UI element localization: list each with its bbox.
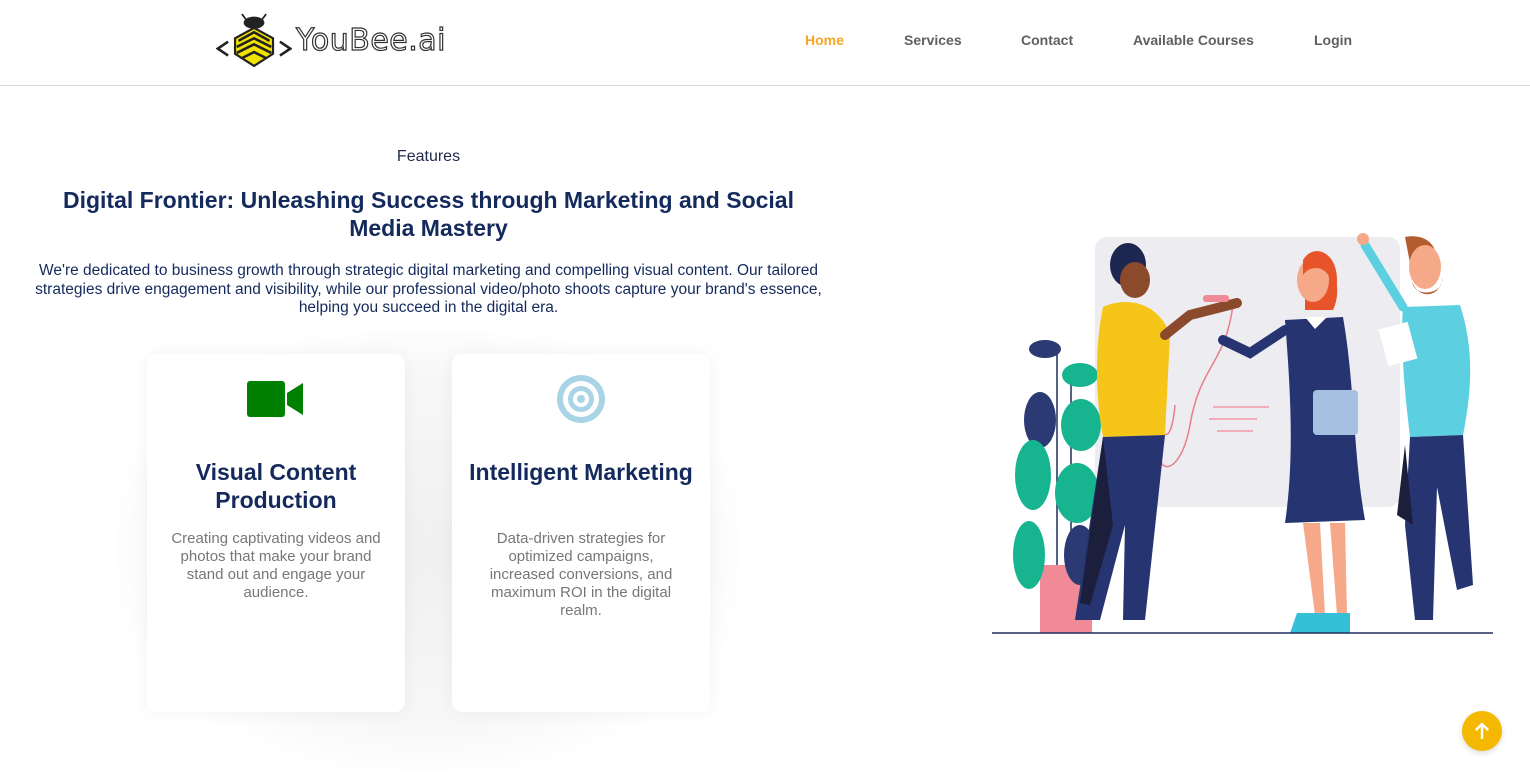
target-icon <box>452 374 710 424</box>
team-whiteboard-illustration <box>985 225 1500 645</box>
main-nav: Home Services Contact Available Courses … <box>0 32 1530 52</box>
feature-card-description: Creating captivating videos and photos t… <box>171 530 381 601</box>
feature-card-intelligent-marketing[interactable]: Intelligent Marketing Data-driven strate… <box>452 354 710 712</box>
feature-card-visual-content[interactable]: Visual Content Production Creating capti… <box>147 354 405 712</box>
section-headline: Digital Frontier: Unleashing Success thr… <box>62 187 794 241</box>
section-eyebrow: Features <box>396 148 461 165</box>
nav-home[interactable]: Home <box>805 32 844 48</box>
nav-services[interactable]: Services <box>904 32 962 48</box>
nav-available-courses[interactable]: Available Courses <box>1133 32 1254 48</box>
page: YouBee.ai Home Services Contact Availabl… <box>0 0 1530 773</box>
arrow-up-icon <box>1475 723 1489 739</box>
video-camera-icon <box>147 374 405 424</box>
feature-card-description: Data-driven strategies for optimized cam… <box>489 530 673 619</box>
feature-card-title: Intelligent Marketing <box>469 459 693 485</box>
site-header: YouBee.ai Home Services Contact Availabl… <box>0 0 1530 86</box>
feature-card-title: Visual Content Production <box>195 459 357 513</box>
section-intro: We're dedicated to business growth throu… <box>35 262 822 316</box>
scroll-to-top-button[interactable] <box>1462 711 1502 751</box>
nav-login[interactable]: Login <box>1314 32 1352 48</box>
nav-contact[interactable]: Contact <box>1021 32 1073 48</box>
